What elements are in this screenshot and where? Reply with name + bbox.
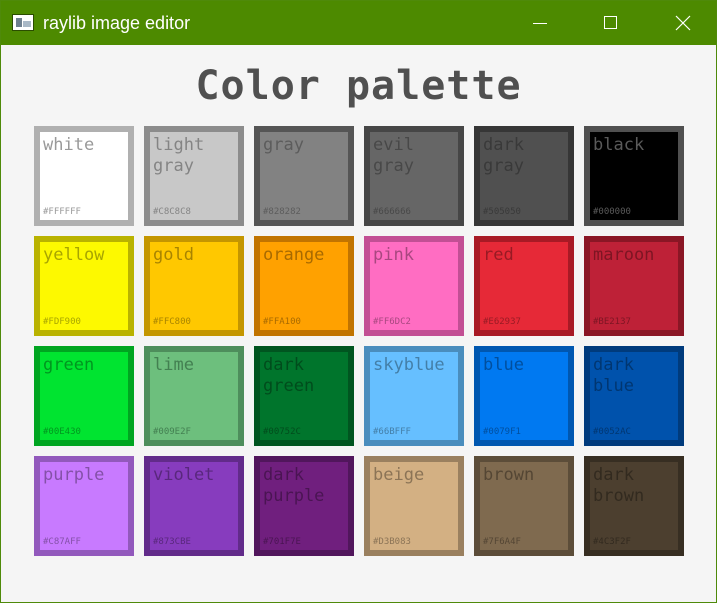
color-swatch-evil-gray[interactable]: evil gray #666666 xyxy=(364,126,464,226)
swatch-hex: #505050 xyxy=(483,207,521,217)
swatch-name: white xyxy=(43,135,95,155)
swatch-hex: #FF6DC2 xyxy=(373,317,411,327)
window-title: raylib image editor xyxy=(43,13,191,33)
color-swatch-brown[interactable]: brown #7F6A4F xyxy=(474,456,574,556)
color-swatch-dark-blue[interactable]: dark blue #0052AC xyxy=(584,346,684,446)
color-swatch-blue[interactable]: blue #0079F1 xyxy=(474,346,574,446)
swatch-hex: #E62937 xyxy=(483,317,521,327)
color-swatch-white[interactable]: white #FFFFFF xyxy=(34,126,134,226)
swatch-name: purple xyxy=(43,465,105,485)
color-swatch-dark-purple[interactable]: dark purple #701F7E xyxy=(254,456,354,556)
swatch-hex: #66BFFF xyxy=(373,427,411,437)
minimize-icon xyxy=(533,23,547,24)
swatch-name: yellow xyxy=(43,245,105,265)
color-swatch-dark-gray[interactable]: dark gray #505050 xyxy=(474,126,574,226)
swatch-name: dark purple xyxy=(263,465,325,506)
swatch-name: light gray xyxy=(153,135,205,176)
swatch-hex: #FFC800 xyxy=(153,317,191,327)
color-swatch-beige[interactable]: beige #D3B083 xyxy=(364,456,464,556)
swatch-name: dark gray xyxy=(483,135,524,176)
color-swatch-purple[interactable]: purple #C87AFF xyxy=(34,456,134,556)
swatch-name: skyblue xyxy=(373,355,445,375)
swatch-hex: #7F6A4F xyxy=(483,537,521,547)
close-button[interactable] xyxy=(646,1,716,45)
swatch-name: dark blue xyxy=(593,355,634,396)
color-swatch-maroon[interactable]: maroon #BE2137 xyxy=(584,236,684,336)
swatch-name: pink xyxy=(373,245,414,265)
swatch-hex: #FFA100 xyxy=(263,317,301,327)
page-title: Color palette xyxy=(195,63,522,109)
swatch-name: blue xyxy=(483,355,524,375)
color-swatch-lime[interactable]: lime #009E2F xyxy=(144,346,244,446)
swatch-hex: #D3B083 xyxy=(373,537,411,547)
swatch-hex: #C87AFF xyxy=(43,537,81,547)
swatch-hex: #4C3F2F xyxy=(593,537,631,547)
color-swatch-light-gray[interactable]: light gray #C8C8C8 xyxy=(144,126,244,226)
swatch-hex: #00E430 xyxy=(43,427,81,437)
color-swatch-gray[interactable]: gray #828282 xyxy=(254,126,354,226)
swatch-name: gold xyxy=(153,245,194,265)
swatch-hex: #701F7E xyxy=(263,537,301,547)
color-swatch-pink[interactable]: pink #FF6DC2 xyxy=(364,236,464,336)
swatch-name: red xyxy=(483,245,514,265)
swatch-hex: #00752C xyxy=(263,427,301,437)
color-swatch-violet[interactable]: violet #873CBE xyxy=(144,456,244,556)
color-swatch-black[interactable]: black #000000 xyxy=(584,126,684,226)
swatch-name: gray xyxy=(263,135,304,155)
swatch-hex: #828282 xyxy=(263,207,301,217)
swatch-hex: #0079F1 xyxy=(483,427,521,437)
color-swatch-yellow[interactable]: yellow #FDF900 xyxy=(34,236,134,336)
swatch-hex: #0052AC xyxy=(593,427,631,437)
swatch-hex: #666666 xyxy=(373,207,411,217)
color-swatch-red[interactable]: red #E62937 xyxy=(474,236,574,336)
swatch-hex: #C8C8C8 xyxy=(153,207,191,217)
swatch-name: violet xyxy=(153,465,215,485)
swatch-name: dark brown xyxy=(593,465,645,506)
color-swatch-dark-brown[interactable]: dark brown #4C3F2F xyxy=(584,456,684,556)
maximize-icon xyxy=(604,16,617,29)
swatch-name: brown xyxy=(483,465,535,485)
swatch-name: dark green xyxy=(263,355,315,396)
color-swatch-dark-green[interactable]: dark green #00752C xyxy=(254,346,354,446)
swatch-hex: #873CBE xyxy=(153,537,191,547)
swatch-name: evil gray xyxy=(373,135,414,176)
app-window: raylib image editor Color palette white #… xyxy=(0,0,717,603)
close-icon xyxy=(675,15,691,31)
swatch-hex: #FFFFFF xyxy=(43,207,81,217)
swatch-name: orange xyxy=(263,245,325,265)
swatch-hex: #009E2F xyxy=(153,427,191,437)
minimize-button[interactable] xyxy=(503,1,573,45)
color-swatch-gold[interactable]: gold #FFC800 xyxy=(144,236,244,336)
swatch-name: beige xyxy=(373,465,425,485)
swatch-name: maroon xyxy=(593,245,655,265)
app-icon xyxy=(12,14,34,31)
swatch-hex: #FDF900 xyxy=(43,317,81,327)
maximize-button[interactable] xyxy=(574,1,644,45)
title-bar[interactable]: raylib image editor xyxy=(1,1,716,45)
swatch-name: lime xyxy=(153,355,194,375)
color-swatch-green[interactable]: green #00E430 xyxy=(34,346,134,446)
swatch-hex: #000000 xyxy=(593,207,631,217)
swatch-name: green xyxy=(43,355,95,375)
swatch-name: black xyxy=(593,135,645,155)
color-swatch-skyblue[interactable]: skyblue #66BFFF xyxy=(364,346,464,446)
swatch-hex: #BE2137 xyxy=(593,317,631,327)
color-swatch-orange[interactable]: orange #FFA100 xyxy=(254,236,354,336)
